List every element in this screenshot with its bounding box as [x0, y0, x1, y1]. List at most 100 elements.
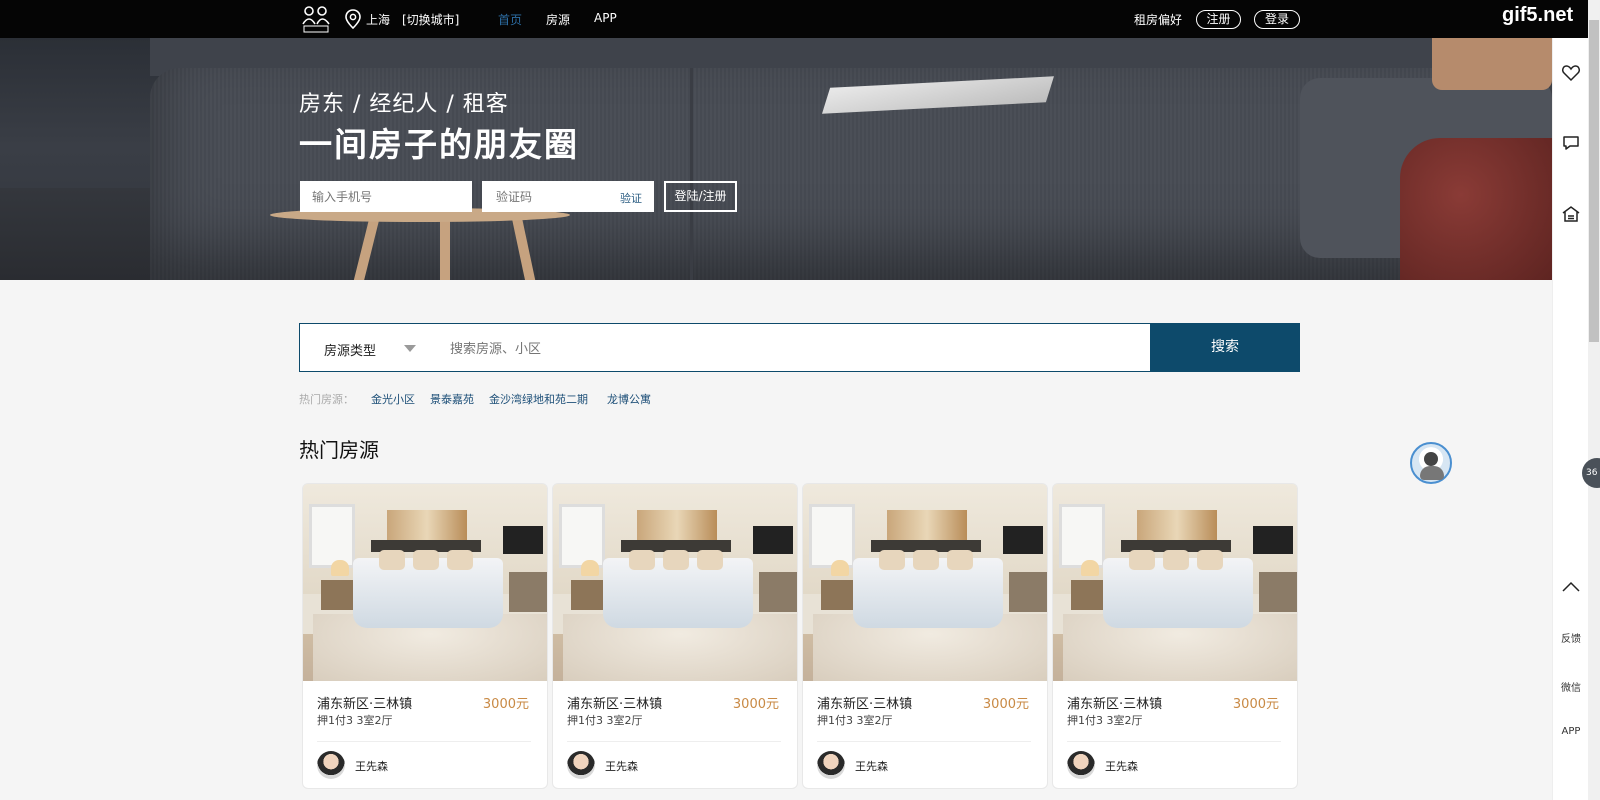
- photo-pillow: [879, 550, 905, 570]
- hot-listings-label: 热门房源：: [299, 393, 354, 406]
- top-navbar: 上海 [切换城市] 首页 房源 APP 租房偏好 注册 登录 gif5.net: [0, 0, 1600, 38]
- listing-price: 3000元: [1232, 697, 1279, 712]
- wechat-link[interactable]: 微信: [1553, 679, 1589, 694]
- hero-subtitle: 房东 / 经纪人 / 租客: [299, 92, 509, 117]
- card-divider: [317, 741, 531, 742]
- hero-banner: 房东 / 经纪人 / 租客 一间房子的朋友圈 验证 登陆/注册: [0, 38, 1552, 280]
- listing-price: 3000元: [732, 697, 779, 712]
- listing-area: 浦东新区·三林镇: [317, 697, 413, 712]
- photo-window: [809, 504, 855, 568]
- photo-pillow: [947, 550, 973, 570]
- logo-icon[interactable]: [300, 4, 332, 34]
- listing-card[interactable]: 浦东新区·三林镇 3000元 押1付3 3室2厅 王先森: [1052, 483, 1298, 789]
- photo-nightstand: [1071, 580, 1105, 610]
- house-icon[interactable]: [1561, 204, 1581, 224]
- hot-link[interactable]: 景泰嘉苑: [430, 391, 474, 407]
- listing-terms: 押1付3 3室2厅: [817, 714, 893, 727]
- location-pin-icon: [345, 9, 361, 29]
- hot-link[interactable]: 金光小区: [371, 391, 415, 407]
- photo-pillow: [379, 550, 405, 570]
- photo-lamp: [581, 560, 599, 576]
- photo-dresser: [1009, 572, 1047, 612]
- hero-title: 一间房子的朋友圈: [299, 125, 579, 164]
- phone-number-input[interactable]: [300, 181, 472, 212]
- listing-photo[interactable]: [553, 484, 797, 681]
- hero-floor: [0, 188, 160, 280]
- send-code-button[interactable]: 验证: [620, 190, 642, 206]
- photo-pillow: [913, 550, 939, 570]
- login-button[interactable]: 登录: [1254, 10, 1300, 29]
- photo-nightstand: [821, 580, 855, 610]
- stool-leg: [440, 216, 450, 280]
- search-button[interactable]: 搜索: [1150, 323, 1300, 372]
- right-sidebar: 反馈 微信 APP: [1552, 38, 1588, 800]
- dropdown-caret-icon[interactable]: [404, 345, 416, 352]
- avatar-body: [1420, 466, 1444, 480]
- photo-tv: [753, 526, 793, 554]
- switch-city-link[interactable]: [切换城市]: [402, 11, 459, 28]
- hot-link[interactable]: 龙博公寓: [607, 391, 651, 407]
- photo-pillow: [413, 550, 439, 570]
- listing-price: 3000元: [982, 697, 1029, 712]
- nav-listings[interactable]: 房源: [546, 11, 570, 28]
- photo-dresser: [509, 572, 547, 612]
- section-title: 热门房源: [299, 438, 379, 462]
- photo-art: [1137, 510, 1217, 540]
- heart-icon[interactable]: [1561, 63, 1581, 83]
- photo-dresser: [1259, 572, 1297, 612]
- listing-price: 3000元: [482, 697, 529, 712]
- photo-pillow: [629, 550, 655, 570]
- photo-window: [1059, 504, 1105, 568]
- listing-card[interactable]: 浦东新区·三林镇 3000元 押1付3 3室2厅 王先森: [302, 483, 548, 789]
- agent-avatar[interactable]: [1067, 751, 1095, 779]
- listing-area: 浦东新区·三林镇: [817, 697, 913, 712]
- feedback-link[interactable]: 反馈: [1553, 630, 1589, 645]
- agent-name[interactable]: 王先森: [855, 758, 888, 774]
- chevron-up-icon[interactable]: [1561, 578, 1581, 598]
- photo-lamp: [831, 560, 849, 576]
- register-button[interactable]: 注册: [1196, 10, 1241, 29]
- photo-pillow: [697, 550, 723, 570]
- chat-icon[interactable]: [1561, 133, 1581, 153]
- listing-photo[interactable]: [303, 484, 547, 681]
- photo-art: [637, 510, 717, 540]
- listing-photo[interactable]: [1053, 484, 1297, 681]
- search-input[interactable]: [450, 335, 1100, 361]
- listing-type-select[interactable]: 房源类型: [324, 340, 376, 359]
- agent-avatar[interactable]: [817, 751, 845, 779]
- listing-card[interactable]: 浦东新区·三林镇 3000元 押1付3 3室2厅 王先森: [802, 483, 1048, 789]
- agent-name[interactable]: 王先森: [605, 758, 638, 774]
- hot-link[interactable]: 金沙湾绿地和苑二期: [489, 391, 588, 407]
- listing-photo[interactable]: [803, 484, 1047, 681]
- photo-pillow: [1163, 550, 1189, 570]
- listing-card[interactable]: 浦东新区·三林镇 3000元 押1付3 3室2厅 王先森: [552, 483, 798, 789]
- listing-area: 浦东新区·三林镇: [1067, 697, 1163, 712]
- agent-name[interactable]: 王先森: [355, 758, 388, 774]
- login-register-button[interactable]: 登陆/注册: [664, 181, 737, 212]
- photo-dresser: [759, 572, 797, 612]
- photo-pillow: [663, 550, 689, 570]
- photo-tv: [1003, 526, 1043, 554]
- app-link[interactable]: APP: [1553, 726, 1589, 737]
- agent-avatar[interactable]: [567, 751, 595, 779]
- scrollbar-thumb[interactable]: [1589, 20, 1599, 342]
- agent-avatar[interactable]: [317, 751, 345, 779]
- current-city: 上海: [366, 13, 391, 27]
- photo-nightstand: [571, 580, 605, 610]
- photo-tv: [503, 526, 543, 554]
- customer-service-avatar[interactable]: [1410, 442, 1452, 484]
- nav-home[interactable]: 首页: [498, 11, 522, 28]
- agent-name[interactable]: 王先森: [1105, 758, 1138, 774]
- photo-nightstand: [321, 580, 355, 610]
- photo-art: [887, 510, 967, 540]
- verification-code-field: 验证: [482, 181, 654, 212]
- verification-code-input[interactable]: [482, 181, 612, 212]
- hero-red-throw: [1400, 138, 1552, 280]
- photo-art: [387, 510, 467, 540]
- watermark: gif5.net: [1502, 4, 1574, 26]
- rental-preference-link[interactable]: 租房偏好: [1134, 11, 1182, 28]
- nav-app[interactable]: APP: [594, 11, 617, 25]
- card-divider: [567, 741, 781, 742]
- photo-tv: [1253, 526, 1293, 554]
- listing-terms: 押1付3 3室2厅: [1067, 714, 1143, 727]
